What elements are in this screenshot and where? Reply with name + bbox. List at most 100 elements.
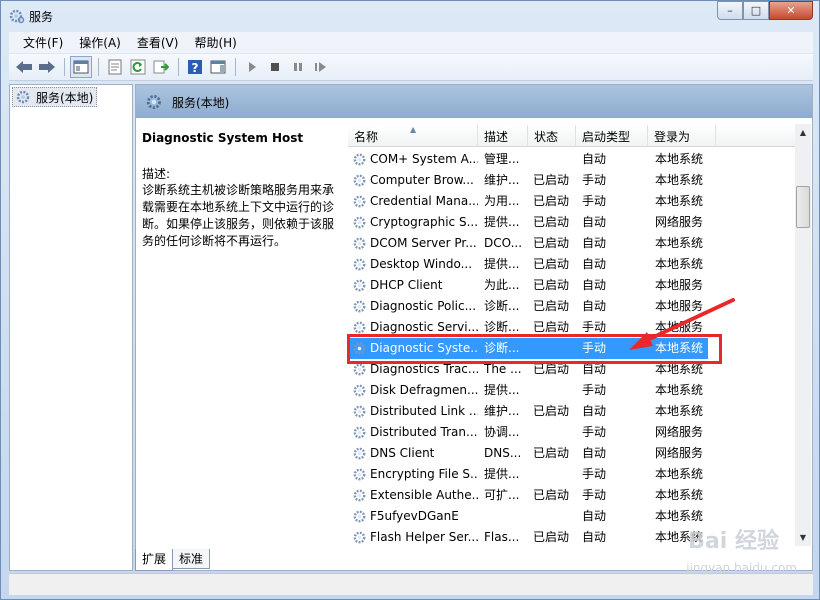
menu-help[interactable]: 帮助(H) — [186, 34, 244, 51]
back-button[interactable] — [13, 56, 35, 78]
service-row[interactable]: Extensible Authe... 可扩... 已启动 手动 本地系统 — [348, 485, 798, 506]
status-bar — [9, 573, 813, 595]
restart-service-button[interactable] — [310, 56, 332, 78]
service-row[interactable]: Desktop Windo... 提供... 已启动 自动 本地系统 — [348, 254, 798, 275]
cell-status: 已启动 — [533, 404, 570, 418]
service-row[interactable]: Diagnostic Syste... 诊断... 手动 本地系统 — [348, 338, 798, 359]
stop-icon — [271, 63, 279, 71]
cell-name: Disk Defragmen... — [370, 383, 478, 397]
cell-startup: 手动 — [582, 341, 607, 355]
refresh-button[interactable] — [127, 56, 149, 78]
service-gear-icon — [353, 426, 366, 439]
menu-view[interactable]: 查看(V) — [129, 34, 187, 51]
scroll-up-button[interactable]: ▲ — [795, 124, 811, 141]
service-row[interactable]: Diagnostic Servi... 诊断... 已启动 手动 本地服务 — [348, 317, 798, 338]
column-header-startup-type[interactable]: 启动类型 — [576, 125, 648, 147]
service-gear-icon — [353, 300, 366, 313]
cell-status — [533, 464, 576, 485]
close-button[interactable]: ✕ — [769, 1, 813, 20]
toolbar-separator — [178, 58, 179, 76]
cell-startup: 手动 — [582, 173, 607, 187]
service-row[interactable]: Diagnostics Trac... The ... 已启动 自动 本地系统 — [348, 359, 798, 380]
service-row[interactable]: Credential Mana... 为用... 已启动 手动 本地系统 — [348, 191, 798, 212]
tab-extended[interactable]: 扩展 — [135, 549, 174, 571]
cell-logon: 网络服务 — [655, 425, 704, 439]
maximize-button[interactable]: □ — [743, 1, 769, 20]
description-text: 诊断系统主机被诊断策略服务用来承载需要在本地系统上下文中运行的诊断。如果停止该服… — [142, 183, 335, 248]
service-row[interactable]: Distributed Tran... 协调... 手动 网络服务 — [348, 422, 798, 443]
help-icon: ? — [188, 60, 202, 75]
cell-logon: 网络服务 — [655, 446, 704, 460]
cell-desc: 诊断... — [484, 341, 520, 355]
cell-desc: Flas... — [484, 530, 520, 544]
service-row[interactable]: Diagnostic Polic... 诊断... 已启动 自动 本地服务 — [348, 296, 798, 317]
tab-standard[interactable]: 标准 — [172, 549, 211, 569]
cell-desc: 提供... — [484, 257, 520, 271]
view-tabs: 扩展 标准 — [135, 549, 211, 571]
service-row[interactable]: Distributed Link ... 维护... 已启动 自动 本地系统 — [348, 401, 798, 422]
properties-icon — [108, 59, 122, 75]
show-action-pane-button[interactable] — [207, 56, 229, 78]
service-row[interactable]: Disk Defragmen... 提供... 手动 本地系统 — [348, 380, 798, 401]
cell-status: 已启动 — [533, 236, 570, 250]
cell-name: DNS Client — [370, 446, 435, 460]
cell-logon: 本地系统 — [655, 236, 704, 250]
cell-name: Extensible Authe... — [370, 488, 478, 502]
cell-status: 已启动 — [533, 194, 570, 208]
menu-action[interactable]: 操作(A) — [71, 34, 129, 51]
service-gear-icon — [353, 216, 366, 229]
service-gear-icon — [353, 384, 366, 397]
properties-button[interactable] — [104, 56, 126, 78]
service-row[interactable]: Cryptographic S... 提供... 已启动 自动 网络服务 — [348, 212, 798, 233]
start-service-button[interactable] — [241, 56, 263, 78]
service-row[interactable]: DHCP Client 为此... 已启动 自动 本地服务 — [348, 275, 798, 296]
back-arrow-icon — [16, 61, 32, 73]
scroll-down-button[interactable]: ▼ — [795, 529, 811, 546]
column-header-logon-as[interactable]: 登录为 — [648, 125, 716, 147]
show-hide-tree-button[interactable] — [70, 56, 92, 78]
cell-desc: DNS... — [484, 446, 522, 460]
console-tree-icon — [73, 60, 89, 74]
cell-startup: 自动 — [582, 215, 607, 229]
cell-status: 已启动 — [533, 488, 570, 502]
cell-desc: The ... — [484, 362, 522, 376]
menu-file[interactable]: 文件(F) — [15, 34, 71, 51]
play-icon — [249, 62, 256, 72]
service-row[interactable]: DCOM Server Pr... DCO... 已启动 自动 本地系统 — [348, 233, 798, 254]
column-header-status[interactable]: 状态 — [528, 125, 576, 147]
service-row[interactable]: Computer Brow... 维护... 已启动 手动 本地系统 — [348, 170, 798, 191]
forward-button[interactable] — [36, 56, 58, 78]
watermark-url: jingyan.baidu.com — [686, 561, 797, 575]
export-list-button[interactable] — [150, 56, 172, 78]
pause-service-button[interactable] — [287, 56, 309, 78]
cell-name: Diagnostic Servi... — [370, 320, 478, 334]
service-gear-icon — [353, 510, 366, 523]
title-bar[interactable]: 服务 – □ ✕ — [1, 1, 819, 31]
minimize-button[interactable]: – — [717, 1, 743, 20]
help-button[interactable]: ? — [184, 56, 206, 78]
scroll-thumb[interactable] — [796, 186, 810, 228]
vertical-scrollbar[interactable]: ▲ ▼ — [795, 124, 811, 546]
stop-service-button[interactable] — [264, 56, 286, 78]
cell-desc: 提供... — [484, 467, 520, 481]
toolbar-separator — [98, 58, 99, 76]
column-header-row: 名称 ▲ 描述 状态 启动类型 登录为 — [348, 125, 798, 147]
cell-desc: 提供... — [484, 383, 520, 397]
service-row[interactable]: Encrypting File S... 提供... 手动 本地系统 — [348, 464, 798, 485]
cell-name: Computer Brow... — [370, 173, 474, 187]
service-row[interactable]: DNS Client DNS... 已启动 自动 网络服务 — [348, 443, 798, 464]
column-header-name[interactable]: 名称 ▲ — [348, 125, 478, 147]
column-header-description[interactable]: 描述 — [478, 125, 528, 147]
restart-icon — [315, 62, 326, 72]
cell-startup: 自动 — [582, 299, 607, 313]
cell-status: 已启动 — [533, 530, 570, 544]
service-row[interactable]: COM+ System A... 管理... 自动 本地系统 — [348, 149, 798, 170]
tree-item-services-local[interactable]: 服务(本地) — [12, 87, 98, 107]
service-gear-icon — [353, 321, 366, 334]
export-icon — [153, 60, 169, 74]
refresh-icon — [130, 59, 146, 75]
column-header-label: 名称 — [354, 129, 379, 144]
service-gear-icon — [353, 258, 366, 271]
cell-name: F5ufyevDGanE — [370, 509, 459, 523]
cell-startup: 自动 — [582, 152, 607, 166]
